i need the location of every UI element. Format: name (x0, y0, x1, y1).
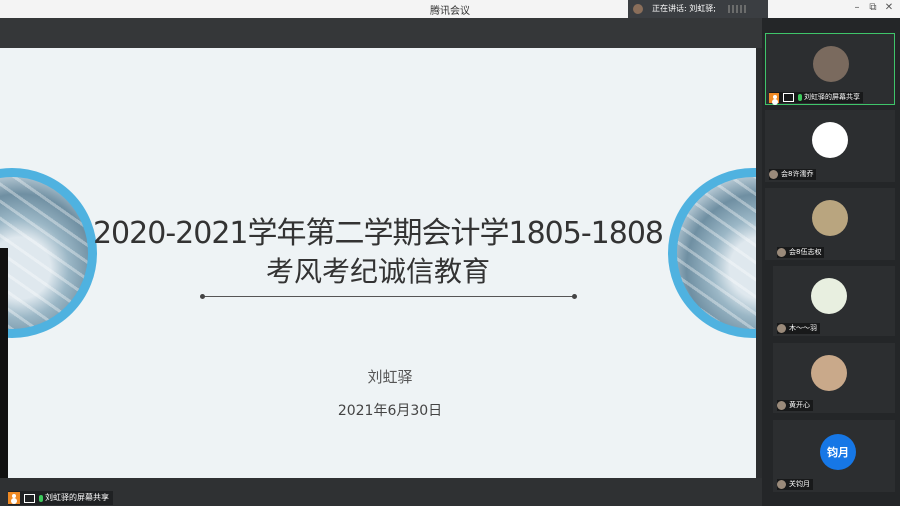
mic-muted-icon (777, 480, 786, 489)
participant-tile[interactable]: 会8许濡乔 (765, 110, 895, 182)
participant-avatar (812, 122, 848, 158)
participant-tile[interactable]: 会8伍志权 (765, 188, 895, 260)
window-title-bar: 腾讯会议 正在讲话: 刘虹驿; – ⧉ ✕ (0, 0, 900, 18)
participant-name: 木～～羽 (789, 324, 817, 332)
person-icon (8, 492, 20, 504)
participant-avatar (811, 278, 847, 314)
participant-avatar (812, 200, 848, 236)
participant-name: 黄开心 (789, 401, 810, 409)
participant-tile[interactable]: 刘虹驿的屏幕共享 (765, 33, 895, 105)
participant-name-label: 黄开心 (777, 400, 813, 411)
mic-muted-icon (777, 324, 786, 333)
person-icon (769, 92, 779, 103)
participant-name: 会8伍志权 (789, 248, 822, 256)
title-divider (200, 294, 577, 299)
participant-tile[interactable]: 钧月 关钧月 (773, 420, 895, 492)
mic-muted-icon (777, 401, 786, 410)
screen-share-icon (24, 493, 35, 503)
participant-name-label: 会8许濡乔 (769, 169, 817, 180)
participant-tile[interactable]: 黄开心 (773, 343, 895, 413)
top-toolbar (0, 18, 762, 48)
minimize-button[interactable]: – (850, 2, 864, 13)
screen-share-label-text: 刘虹驿的屏幕共享 (45, 493, 109, 502)
participant-name-label: 关钧月 (777, 479, 813, 490)
speaker-avatar (633, 4, 643, 14)
slide-title-line1: 2020-2021学年第二学期会计学1805-1808 (92, 216, 664, 251)
participant-avatar (811, 355, 847, 391)
bottom-bar (0, 478, 768, 506)
screen-share-label: 刘虹驿的屏幕共享 (8, 491, 113, 505)
participant-name: 刘虹驿的屏幕共享 (804, 93, 860, 101)
close-button[interactable]: ✕ (882, 2, 896, 13)
microphone-icon (798, 94, 802, 101)
restore-button[interactable]: ⧉ (866, 2, 880, 13)
microphone-icon (39, 494, 43, 502)
participant-avatar (813, 46, 849, 82)
left-edge-bar (0, 248, 8, 478)
participant-name: 关钧月 (789, 480, 810, 488)
participant-initial-avatar: 钧月 (820, 434, 856, 470)
speaking-text: 正在讲话: 刘虹驿; (652, 4, 716, 13)
participant-name-label: 会8伍志权 (777, 247, 825, 258)
participant-name: 会8许濡乔 (781, 170, 814, 178)
participants-sidebar: 刘虹驿的屏幕共享 会8许濡乔 会8伍志权 木～～羽 黄开心 钧月 关钧月 (762, 18, 900, 506)
mic-muted-icon (769, 170, 778, 179)
shared-screen-slide: 2020-2021学年第二学期会计学1805-1808 考风考纪诚信教育 刘虹驿… (0, 48, 756, 478)
slide-presenter: 刘虹驿 (367, 368, 413, 386)
slide-title-line2: 考风考纪诚信教育 (265, 255, 490, 288)
voice-level-icon (728, 5, 748, 13)
speaking-indicator: 正在讲话: 刘虹驿; (628, 0, 768, 18)
participant-tile[interactable]: 木～～羽 (773, 266, 895, 336)
screen-share-icon (783, 93, 794, 102)
participant-name-label: 木～～羽 (777, 323, 820, 334)
participant-name-label: 刘虹驿的屏幕共享 (769, 92, 863, 103)
slide-date: 2021年6月30日 (337, 403, 443, 419)
mic-muted-icon (777, 248, 786, 257)
